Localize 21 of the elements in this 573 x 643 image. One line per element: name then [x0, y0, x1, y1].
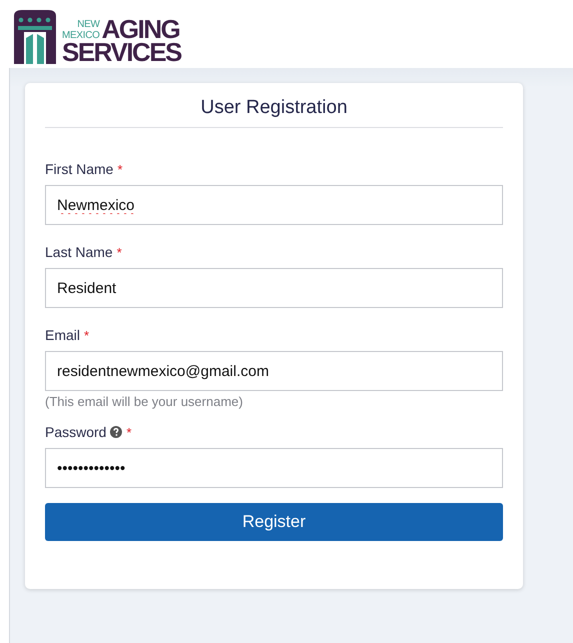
field-hint: (This email will be your username) [45, 394, 244, 409]
field-label: Email [45, 327, 80, 343]
field-label: First Name [45, 161, 114, 177]
input-field[interactable]: residentnewmexico@gmail.com [45, 351, 503, 391]
help-icon[interactable] [110, 426, 122, 438]
logo-text: AGING [102, 18, 180, 41]
register-button[interactable]: Register [45, 503, 503, 541]
logo-text: NEW [77, 19, 100, 30]
input-field[interactable]: Newmexico [45, 185, 503, 225]
arch-icon [12, 8, 58, 64]
form-title: User Registration [45, 97, 503, 128]
logo-text: MEXICO [62, 30, 100, 41]
required-mark: * [117, 162, 123, 176]
required-mark: * [84, 328, 90, 342]
field-label: Last Name [45, 244, 113, 260]
input-field[interactable]: ••••••••••••• [45, 448, 503, 488]
required-mark: * [126, 424, 132, 440]
field-label: Password [45, 424, 106, 440]
input-field[interactable]: Resident [45, 268, 503, 308]
required-mark: * [116, 244, 122, 260]
logo-text: SERVICES [62, 41, 182, 64]
